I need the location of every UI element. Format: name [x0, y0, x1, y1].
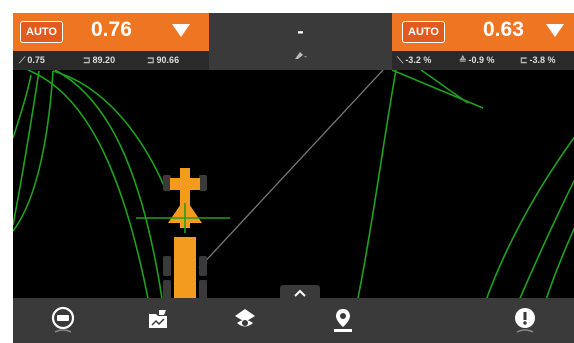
design-line — [13, 70, 54, 232]
view-options-button[interactable] — [231, 306, 259, 334]
left-blade-panel: AUTO 0.76 ⟋ 0.75 ⊐ 89.20 ⊐ 90.66 — [13, 13, 209, 70]
design-line — [517, 179, 574, 304]
center-panel[interactable]: - - — [209, 13, 392, 70]
right-stat-value: -3.2 % — [405, 55, 432, 65]
right-stat: ⊏ -3.8 % — [520, 55, 556, 66]
center-sub: - — [209, 51, 392, 62]
left-stat: ⊐ 90.66 — [147, 55, 179, 66]
right-stat-value: -3.8 % — [529, 55, 556, 65]
right-stat-value: -0.9 % — [468, 55, 495, 65]
right-stat: ⟍ -3.2 % — [397, 55, 431, 66]
center-sub-value: - — [303, 52, 308, 62]
left-stat-value: 89.20 — [92, 55, 116, 65]
right-stat: ≙ -0.9 % — [459, 55, 495, 66]
design-line — [52, 70, 166, 189]
alert-icon — [515, 308, 535, 333]
alert-button[interactable] — [511, 306, 539, 334]
blade-right-icon: ⊐ — [147, 55, 155, 65]
design-line — [357, 69, 397, 299]
left-stats-row: ⟋ 0.75 ⊐ 89.20 ⊐ 90.66 — [13, 51, 209, 70]
right-control-row[interactable]: AUTO 0.63 — [392, 13, 574, 51]
blade-angle-icon — [294, 52, 303, 59]
left-target-value[interactable]: 0.76 — [91, 18, 132, 42]
grader-screen: AUTO 0.76 ⟋ 0.75 ⊐ 89.20 ⊐ 90.66 - - AUTO 0… — [13, 13, 574, 343]
keyboard-menu-button[interactable] — [49, 306, 77, 334]
design-line — [13, 74, 32, 139]
keyboard-menu-icon — [51, 306, 75, 333]
location-button[interactable] — [329, 306, 357, 334]
main-slope-icon: ≙ — [459, 55, 467, 65]
right-dropdown-icon[interactable] — [546, 24, 564, 37]
right-target-value[interactable]: 0.63 — [483, 18, 524, 42]
left-stat: ⊐ 89.20 — [83, 55, 115, 66]
location-pin-icon — [334, 309, 352, 332]
right-blade-panel: AUTO 0.63 ⟍ -3.2 % ≙ -0.9 % ⊏ -3.8 % — [392, 13, 574, 70]
bottom-toolbar — [13, 298, 574, 343]
expand-panel-button[interactable] — [280, 285, 320, 299]
left-auto-button[interactable]: AUTO — [20, 21, 63, 43]
left-dropdown-icon[interactable] — [172, 24, 190, 37]
blade-left-icon: ⊐ — [83, 55, 91, 65]
right-stats-row: ⟍ -3.2 % ≙ -0.9 % ⊏ -3.8 % — [392, 51, 574, 70]
design-line — [391, 69, 484, 109]
left-stat: ⟋ 0.75 — [19, 55, 45, 66]
reference-line — [198, 69, 384, 269]
left-control-row[interactable]: AUTO 0.76 — [13, 13, 209, 51]
design-file-button[interactable] — [144, 306, 172, 334]
center-value: - — [297, 22, 304, 41]
left-stat-value: 90.66 — [156, 55, 180, 65]
design-line — [420, 69, 469, 104]
left-stat-value: 0.75 — [27, 55, 45, 65]
right-auto-button[interactable]: AUTO — [402, 21, 445, 43]
design-file-icon — [149, 310, 167, 328]
slope-icon: ⟋ — [19, 55, 26, 65]
view-eye-icon — [235, 309, 255, 327]
blade-slope-icon: ⊏ — [520, 55, 528, 65]
cross-slope-icon: ⟍ — [397, 55, 404, 65]
